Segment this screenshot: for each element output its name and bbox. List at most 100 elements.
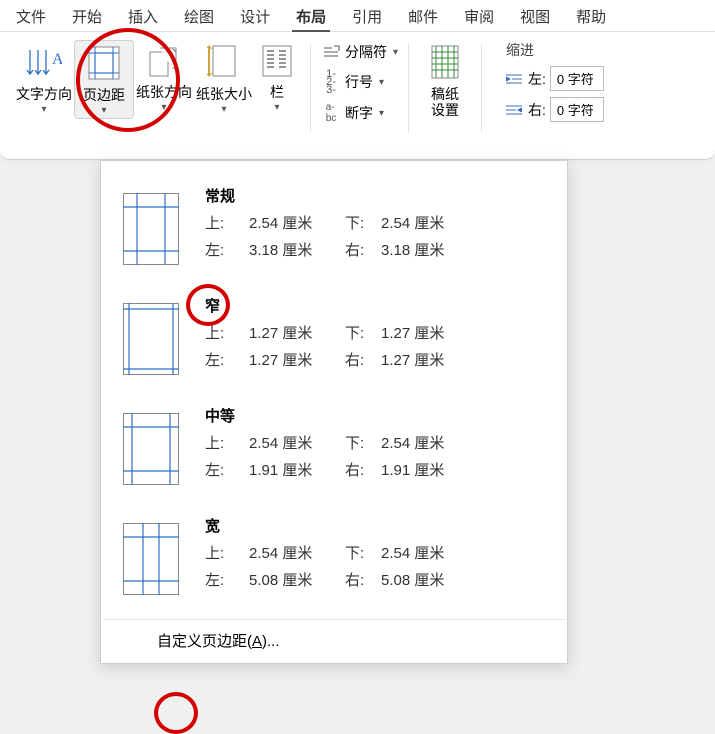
value-right: 3.18 厘米	[381, 239, 465, 260]
ribbon-tab-10[interactable]: 帮助	[572, 4, 610, 29]
margin-option-moderate[interactable]: 中等上:2.54 厘米下:2.54 厘米左:1.91 厘米右:1.91 厘米	[119, 395, 553, 505]
line-numbers-icon: 1-2-3-	[321, 70, 341, 94]
margin-thumb-icon	[123, 523, 179, 595]
value-top: 2.54 厘米	[249, 212, 345, 233]
ribbon-tab-3[interactable]: 绘图	[180, 4, 218, 29]
ribbon-tab-0[interactable]: 文件	[12, 4, 50, 29]
margin-thumb-icon	[123, 303, 179, 375]
hyphenation-label: 断字	[345, 103, 373, 123]
manuscript-paper-button[interactable]: 稿纸 设置	[419, 40, 471, 120]
indent-left-input[interactable]: 0 字符	[550, 66, 604, 91]
ribbon-tab-9[interactable]: 视图	[516, 4, 554, 29]
value-bottom: 2.54 厘米	[381, 212, 465, 233]
chevron-down-icon: ▾	[274, 102, 279, 113]
ribbon-tab-5[interactable]: 布局	[292, 4, 330, 29]
columns-icon	[261, 44, 293, 78]
margins-dropdown: 常规上:2.54 厘米下:2.54 厘米左:3.18 厘米右:3.18 厘米窄上…	[100, 160, 568, 664]
chevron-down-icon: ▾	[161, 102, 166, 113]
chevron-down-icon: ▾	[41, 104, 46, 115]
margin-option-wide[interactable]: 宽上:2.54 厘米下:2.54 厘米左:5.08 厘米右:5.08 厘米	[119, 505, 553, 615]
value-left: 1.91 厘米	[249, 459, 345, 480]
paper-size-button[interactable]: 纸张大小 ▾	[194, 40, 254, 117]
margin-thumb-icon	[123, 193, 179, 265]
ribbon-tab-6[interactable]: 引用	[348, 4, 386, 29]
label-bottom: 下:	[345, 322, 381, 343]
group-separator	[310, 44, 311, 132]
columns-button[interactable]: 栏 ▾	[254, 40, 300, 115]
margin-option-title: 常规	[205, 185, 549, 206]
text-direction-icon: A	[26, 44, 62, 80]
paper-size-label: 纸张大小	[196, 86, 252, 102]
indent-right-label: 右:	[528, 100, 546, 120]
chevron-down-icon: ▾	[379, 108, 384, 119]
margin-option-title: 中等	[205, 405, 549, 426]
value-bottom: 2.54 厘米	[381, 432, 465, 453]
text-direction-button[interactable]: A 文字方向 ▾	[14, 40, 74, 117]
margins-label: 页边距	[83, 87, 125, 103]
ribbon-tab-4[interactable]: 设计	[236, 4, 274, 29]
label-left: 左:	[205, 349, 249, 370]
indent-title: 缩进	[504, 40, 604, 60]
columns-label: 栏	[270, 84, 284, 100]
margin-option-normal[interactable]: 常规上:2.54 厘米下:2.54 厘米左:3.18 厘米右:3.18 厘米	[119, 175, 553, 285]
label-top: 上:	[205, 322, 249, 343]
hyphenation-button[interactable]: a-bc 断字 ▾	[321, 102, 398, 124]
line-numbers-button[interactable]: 1-2-3- 行号 ▾	[321, 70, 398, 94]
custom-margins-item[interactable]: 自定义页边距(A)...	[103, 619, 565, 663]
margins-icon	[87, 45, 121, 81]
margin-option-narrow[interactable]: 窄上:1.27 厘米下:1.27 厘米左:1.27 厘米右:1.27 厘米	[119, 285, 553, 395]
label-right: 右:	[345, 569, 381, 590]
label-right: 右:	[345, 239, 381, 260]
indent-group: 缩进 左: 0 字符 右: 0 字符	[504, 40, 604, 122]
breaks-group: 分隔符 ▾ 1-2-3- 行号 ▾ a-bc 断字 ▾	[321, 42, 398, 124]
breaks-label: 分隔符	[345, 42, 387, 62]
ribbon-tab-7[interactable]: 邮件	[404, 4, 442, 29]
margins-button[interactable]: 页边距 ▾	[74, 40, 134, 119]
value-bottom: 2.54 厘米	[381, 542, 465, 563]
margin-option-title: 窄	[205, 295, 549, 316]
orientation-button[interactable]: 纸张方向 ▾	[134, 40, 194, 115]
margins-dropdown-list[interactable]: 常规上:2.54 厘米下:2.54 厘米左:3.18 厘米右:3.18 厘米窄上…	[103, 167, 565, 619]
indent-left-row: 左: 0 字符	[504, 66, 604, 91]
manuscript-label: 稿纸 设置	[431, 86, 459, 118]
label-left: 左:	[205, 459, 249, 480]
value-bottom: 1.27 厘米	[381, 322, 465, 343]
chevron-down-icon: ▾	[393, 47, 398, 58]
label-left: 左:	[205, 569, 249, 590]
margin-thumb-icon	[123, 413, 179, 485]
value-left: 5.08 厘米	[249, 569, 345, 590]
line-numbers-label: 行号	[345, 72, 373, 92]
indent-right-icon	[504, 103, 524, 117]
label-left: 左:	[205, 239, 249, 260]
svg-text:A: A	[52, 51, 62, 68]
value-right: 5.08 厘米	[381, 569, 465, 590]
group-separator	[408, 44, 409, 132]
value-right: 1.27 厘米	[381, 349, 465, 370]
ribbon-layout: A 文字方向 ▾ 页边距 ▾	[0, 32, 715, 160]
margin-option-title: 宽	[205, 515, 549, 536]
hyphenation-icon: a-bc	[321, 102, 341, 124]
indent-right-row: 右: 0 字符	[504, 97, 604, 122]
page-setup-group: A 文字方向 ▾ 页边距 ▾	[14, 40, 300, 119]
label-top: 上:	[205, 542, 249, 563]
ribbon-tab-8[interactable]: 审阅	[460, 4, 498, 29]
breaks-button[interactable]: 分隔符 ▾	[321, 42, 398, 62]
indent-right-input[interactable]: 0 字符	[550, 97, 604, 122]
label-top: 上:	[205, 432, 249, 453]
custom-margins-label: 自定义页边距(A)...	[157, 633, 280, 650]
ribbon-tab-1[interactable]: 开始	[68, 4, 106, 29]
value-left: 3.18 厘米	[249, 239, 345, 260]
text-direction-label: 文字方向	[16, 86, 72, 102]
label-top: 上:	[205, 212, 249, 233]
ribbon-tabs: 文件开始插入绘图设计布局引用邮件审阅视图帮助	[0, 0, 715, 32]
manuscript-icon	[430, 44, 460, 80]
value-top: 2.54 厘米	[249, 432, 345, 453]
orientation-label: 纸张方向	[136, 84, 192, 100]
indent-left-icon	[504, 72, 524, 86]
label-right: 右:	[345, 349, 381, 370]
chevron-down-icon: ▾	[379, 77, 384, 88]
orientation-icon	[146, 44, 182, 78]
value-right: 1.91 厘米	[381, 459, 465, 480]
ribbon-tab-2[interactable]: 插入	[124, 4, 162, 29]
label-bottom: 下:	[345, 212, 381, 233]
